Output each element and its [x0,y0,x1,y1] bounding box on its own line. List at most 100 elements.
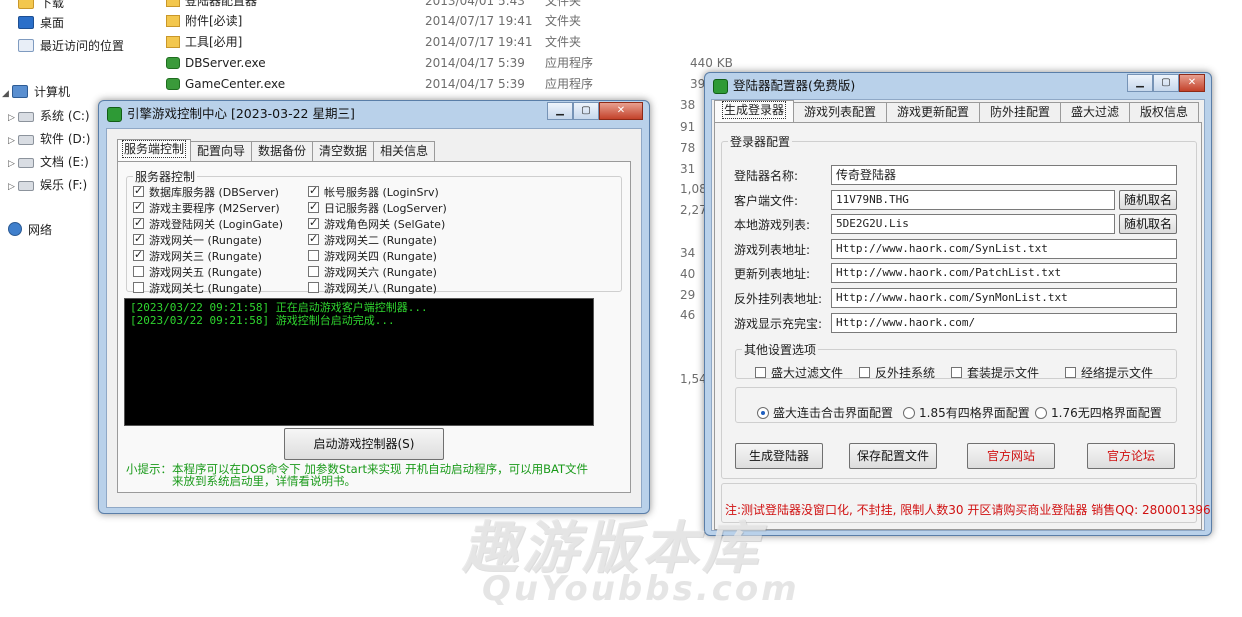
anticheat-url-input[interactable]: Http://www.haork.com/SynMonList.txt [831,288,1177,308]
close-button[interactable]: ✕ [599,102,643,120]
checkbox-box[interactable] [308,199,319,215]
radio-dot[interactable] [1035,407,1047,419]
nav-item-drive-e[interactable]: ▷ 文档 (E:) [8,152,89,172]
tab-related-info[interactable]: 相关信息 [373,141,436,161]
tab-clear-data[interactable]: 清空数据 [312,141,375,161]
checkbox-box[interactable] [308,231,319,247]
option-anticheat[interactable]: 反外挂系统 [859,365,935,381]
checkbox-box[interactable] [308,215,319,231]
checkbox-box[interactable] [133,247,144,263]
tab-data-backup[interactable]: 数据备份 [251,141,314,161]
expand-arrow-icon[interactable]: ▷ [8,177,16,197]
window-body: 服务端控制 配置向导 数据备份 清空数据 相关信息 服务器控制 数据库服务器 (… [106,128,642,508]
tab-panel: 服务器控制 数据库服务器 (DBServer) 帐号服务器 (LoginSrv)… [117,161,631,493]
tab-server-control[interactable]: 服务端控制 [117,139,192,161]
checkbox-m2server[interactable]: 游戏主要程序 (M2Server) [133,199,280,217]
radio-dot[interactable] [757,407,769,419]
launcher-name-input[interactable]: 传奇登陆器 [831,165,1177,185]
checkbox-rungate-3[interactable]: 游戏网关三 (Rungate) [133,247,262,265]
checkbox-box[interactable] [951,367,962,378]
checkbox-box[interactable] [308,250,319,261]
checkbox-box[interactable] [308,183,319,199]
checkbox-box[interactable] [308,266,319,277]
random-name-button[interactable]: 随机取名 [1119,190,1177,210]
close-button[interactable]: ✕ [1179,74,1205,92]
checkbox-box[interactable] [133,282,144,293]
nav-item-drive-d[interactable]: ▷ 软件 (D:) [8,129,90,149]
radio-185-ui[interactable]: 1.85有四格界面配置 [903,405,1030,421]
expand-arrow-icon[interactable]: ▷ [8,154,16,174]
maximize-button[interactable]: ▢ [573,102,599,120]
checkbox-selgate[interactable]: 游戏角色网关 (SelGate) [308,215,445,233]
window-title: 登陆器配置器(免费版) [733,78,856,93]
collapse-arrow-icon[interactable]: ◢ [2,84,10,104]
nav-item-drive-c[interactable]: ▷ 系统 (C:) [8,106,90,126]
checkbox-box[interactable] [755,367,766,378]
checkbox-rungate-4[interactable]: 游戏网关四 (Rungate) [308,249,437,265]
minimize-button[interactable]: ▁ [1127,74,1153,92]
checkbox-rungate-5[interactable]: 游戏网关五 (Rungate) [133,265,262,281]
file-size: 46 [680,308,696,322]
checkbox-rungate-2[interactable]: 游戏网关二 (Rungate) [308,231,437,249]
client-file-input[interactable]: 11V79NB.THG [831,190,1115,210]
local-list-input[interactable]: 5DE2G2U.Lis [831,214,1115,234]
checkbox-box[interactable] [133,183,144,199]
launcher-name-label: 登陆器名称: [734,169,799,183]
checkbox-rungate-1[interactable]: 游戏网关一 (Rungate) [133,231,262,249]
file-row[interactable]: GameCenter.exe 2014/04/17 5:39 应用程序 39 [160,74,740,95]
file-size: 78 [680,141,696,155]
checkbox-loginsrv[interactable]: 帐号服务器 (LoginSrv) [308,183,439,201]
nav-item-drive-f[interactable]: ▷ 娱乐 (F:) [8,175,87,195]
tab-game-list-config[interactable]: 游戏列表配置 [793,102,887,122]
official-forum-button[interactable]: 官方论坛 [1087,443,1175,469]
tab-shanda-filter[interactable]: 盛大过滤 [1060,102,1130,122]
patch-url-input[interactable]: Http://www.haork.com/PatchList.txt [831,263,1177,283]
log-console[interactable]: [2023/03/22 09:21:58] 正在启动游戏客户端控制器... [2… [124,298,594,426]
nav-item-computer[interactable]: ◢ 计算机 [2,82,70,102]
checkbox-box[interactable] [308,282,319,293]
maximize-button[interactable]: ▢ [1153,74,1179,92]
option-meridian-tips[interactable]: 经络提示文件 [1065,365,1153,381]
checkbox-box[interactable] [1065,367,1076,378]
nav-item-network[interactable]: 网络 [8,220,52,240]
checkbox-box[interactable] [859,367,870,378]
start-controller-button[interactable]: 启动游戏控制器(S) [284,428,444,460]
list-url-input[interactable]: Http://www.haork.com/SynList.txt [831,239,1177,259]
official-site-button[interactable]: 官方网站 [967,443,1055,469]
checkbox-rungate-7[interactable]: 游戏网关七 (Rungate) [133,281,262,297]
checkbox-box[interactable] [133,215,144,231]
radio-176-ui[interactable]: 1.76无四格界面配置 [1035,405,1162,421]
nav-item-downloads[interactable]: 下载 [18,0,64,13]
expand-arrow-icon[interactable]: ▷ [8,131,16,151]
checkbox-rungate-6[interactable]: 游戏网关六 (Rungate) [308,265,437,281]
file-row[interactable]: DBServer.exe 2014/04/17 5:39 应用程序 440 KB [160,53,740,74]
checkbox-logingate[interactable]: 游戏登陆网关 (LoginGate) [133,215,283,233]
checkbox-dbserver[interactable]: 数据库服务器 (DBServer) [133,183,279,201]
checkbox-rungate-8[interactable]: 游戏网关八 (Rungate) [308,281,437,297]
recharge-url-input[interactable]: Http://www.haork.com/ [831,313,1177,333]
file-size: 38 [680,98,696,112]
random-name-button[interactable]: 随机取名 [1119,214,1177,234]
radio-dot[interactable] [903,407,915,419]
tab-generate-launcher[interactable]: 生成登录器 [714,100,794,122]
radio-shanda-combo-ui[interactable]: 盛大连击合击界面配置 [757,405,893,421]
file-row[interactable]: 工具[必用] 2014/07/17 19:41 文件夹 [160,32,740,53]
file-size: 91 [680,120,696,134]
checkbox-box[interactable] [133,266,144,277]
tab-copyright-info[interactable]: 版权信息 [1129,102,1199,122]
expand-arrow-icon[interactable]: ▷ [8,108,16,128]
nav-item-recent[interactable]: 最近访问的位置 [18,36,124,56]
checkbox-logserver[interactable]: 日记服务器 (LogServer) [308,199,447,217]
nav-item-desktop[interactable]: 桌面 [18,13,64,33]
checkbox-box[interactable] [133,199,144,215]
tab-game-update-config[interactable]: 游戏更新配置 [886,102,980,122]
save-config-button[interactable]: 保存配置文件 [849,443,937,469]
minimize-button[interactable]: ▁ [547,102,573,120]
tab-anticheat-config[interactable]: 防外挂配置 [979,102,1061,122]
generate-launcher-button[interactable]: 生成登陆器 [735,443,823,469]
option-set-tips[interactable]: 套装提示文件 [951,365,1039,381]
tab-config-wizard[interactable]: 配置向导 [190,141,253,161]
file-row[interactable]: 附件[必读] 2014/07/17 19:41 文件夹 [160,11,740,32]
option-shanda-filter[interactable]: 盛大过滤文件 [755,365,843,381]
checkbox-box[interactable] [133,231,144,247]
